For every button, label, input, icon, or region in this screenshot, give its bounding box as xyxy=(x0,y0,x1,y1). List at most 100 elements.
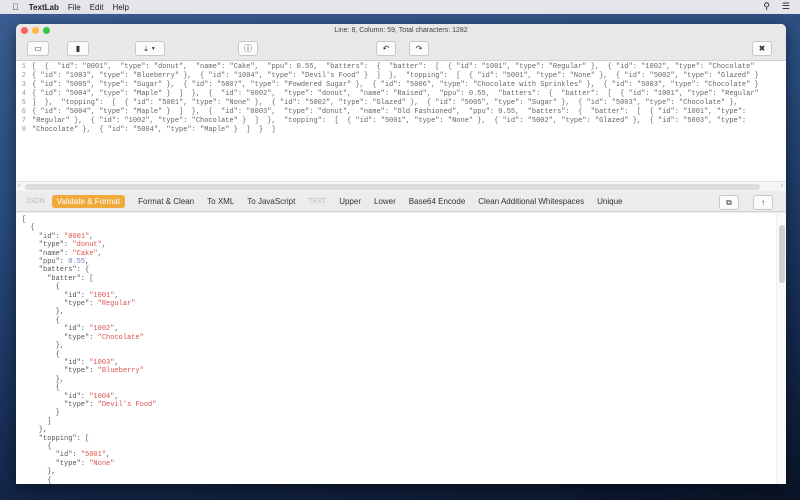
menu-help[interactable]: Help xyxy=(113,3,129,12)
line-number: 2 xyxy=(21,72,26,80)
json-value: "0001" xyxy=(64,232,90,241)
horizontal-scrollbar[interactable]: ‹ › xyxy=(16,181,786,191)
to-javascript-button[interactable]: To JavaScript xyxy=(247,197,295,206)
json-key: { xyxy=(22,350,60,359)
output-line: "type": "Regular" xyxy=(22,300,786,308)
input-editor[interactable]: 1 [ { "id": "0001", "type": "donut", "nam… xyxy=(16,61,786,191)
status-text: Line: 8, Column: 59, Total characters: 1… xyxy=(334,27,468,34)
upper-button[interactable]: Upper xyxy=(339,197,361,206)
vertical-scrollbar[interactable] xyxy=(776,213,786,484)
menu-file[interactable]: File xyxy=(68,3,81,12)
input-line: 8 "Chocolate" }, { "id": "5004", "type": … xyxy=(16,126,786,135)
undo-icon: ↶ xyxy=(382,44,390,53)
clipboard-icon: ▮ xyxy=(75,44,81,53)
to-xml-button[interactable]: To XML xyxy=(207,197,234,206)
scrollbar-thumb[interactable] xyxy=(25,184,760,190)
info-icon: ⓘ xyxy=(244,44,252,53)
scroll-left-icon[interactable]: ‹ xyxy=(18,182,20,189)
json-key: "type": xyxy=(22,300,98,309)
json-key: }, xyxy=(22,375,65,384)
line-number: 6 xyxy=(21,108,26,116)
json-value: "1002" xyxy=(89,325,115,334)
json-key: "id": xyxy=(22,325,90,334)
json-key: "topping": [ xyxy=(22,434,90,443)
json-key: "batter": [ xyxy=(22,274,94,283)
lower-button[interactable]: Lower xyxy=(374,197,396,206)
output-line: { xyxy=(22,224,786,232)
json-value: "Regular" xyxy=(97,300,136,309)
clear-icon: ✖ xyxy=(758,44,766,53)
scrollbar-thumb[interactable] xyxy=(779,225,785,283)
json-key: "id": xyxy=(22,358,90,367)
json-key: "type": xyxy=(22,400,98,409)
output-line: }, xyxy=(22,308,786,316)
output-line: }, xyxy=(22,468,786,476)
json-key: }, xyxy=(22,426,48,435)
json-key: "id": xyxy=(22,232,65,241)
output-line: "type": "Devil's Food" xyxy=(22,401,786,409)
undo-button[interactable]: ↶ xyxy=(376,41,396,56)
menu-edit[interactable]: Edit xyxy=(90,3,104,12)
json-value: "None" xyxy=(89,459,115,468)
json-punctuation: , xyxy=(89,232,94,241)
clear-button[interactable]: ✖ xyxy=(752,41,772,56)
zoom-window-button[interactable] xyxy=(43,27,50,34)
validate-format-button[interactable]: Validate & Format xyxy=(51,195,126,208)
scroll-right-icon[interactable]: › xyxy=(781,182,783,189)
output-line: }, xyxy=(22,376,786,384)
json-key: "type": xyxy=(22,459,90,468)
action-bar: JSON Validate & Format Format & Clean To… xyxy=(16,192,786,212)
json-value: "1001" xyxy=(89,291,115,300)
json-key: { xyxy=(22,442,52,451)
download-icon: ⤓ xyxy=(144,43,148,53)
json-key: { xyxy=(22,476,52,484)
line-text: { "id": "1003", "type": "Blueberry" }, {… xyxy=(32,72,759,80)
line-number: 8 xyxy=(21,126,26,134)
menu-app-name[interactable]: TextLab xyxy=(29,3,59,12)
notification-center-icon[interactable]: ☰ xyxy=(782,1,790,12)
output-line: "name": "Cake", xyxy=(22,250,786,258)
copy-output-button[interactable]: ⧉ xyxy=(719,195,739,210)
close-window-button[interactable] xyxy=(21,27,28,34)
paste-button[interactable]: ▮ xyxy=(67,41,89,56)
info-button[interactable]: ⓘ xyxy=(238,41,258,56)
output-line: "batters": { xyxy=(22,266,786,274)
json-value: "Chocolate" xyxy=(97,333,144,342)
apple-icon[interactable]:  xyxy=(12,2,19,12)
device-button[interactable]: ▭ xyxy=(27,41,49,56)
input-line: 2 { "id": "1003", "type": "Blueberry" }, … xyxy=(16,72,786,81)
json-key: "ppu": xyxy=(22,258,69,267)
json-punctuation: , xyxy=(114,392,119,401)
json-value: "1003" xyxy=(89,358,115,367)
clean-whitespaces-button[interactable]: Clean Additional Whitespaces xyxy=(478,197,584,206)
format-clean-button[interactable]: Format & Clean xyxy=(138,197,194,206)
input-line: 5] }, "topping": [ { "id": "5001", "type… xyxy=(16,99,786,108)
line-text: { "id": "5004", "type": "Maple" } ] }, {… xyxy=(32,108,747,116)
download-menu-button[interactable]: ⤓ ▼ xyxy=(135,41,165,56)
input-line: 4 { "id": "5004", "type": "Maple" } ] }, … xyxy=(16,90,786,99)
copy-icon: ⧉ xyxy=(726,197,732,207)
output-line: { xyxy=(22,351,786,359)
minimize-window-button[interactable] xyxy=(32,27,39,34)
line-number: 5 xyxy=(21,99,26,107)
json-value: "Blueberry" xyxy=(97,367,144,376)
spotlight-search-icon[interactable]: ⚲ xyxy=(763,1,770,12)
json-key: { xyxy=(22,283,60,292)
textlab-window: Line: 8, Column: 59, Total characters: 1… xyxy=(16,24,786,484)
json-punctuation: , xyxy=(114,325,119,334)
line-number: 7 xyxy=(21,117,26,125)
chevron-down-icon: ▼ xyxy=(150,45,156,52)
unique-button[interactable]: Unique xyxy=(597,197,622,206)
move-up-button[interactable]: ↑ xyxy=(753,195,773,210)
output-editor[interactable]: [ { "id": "0001", "type": "donut", "name… xyxy=(16,213,786,484)
output-line: "id": "1001", xyxy=(22,292,786,300)
line-text: "Chocolate" }, { "id": "5004", "type": "… xyxy=(32,126,276,134)
json-section-label: JSON xyxy=(26,198,45,205)
output-line: "id": "0001", xyxy=(22,233,786,241)
line-number: 3 xyxy=(21,81,26,89)
base64-encode-button[interactable]: Base64 Encode xyxy=(409,197,466,206)
output-line: "id": "1004", xyxy=(22,393,786,401)
json-punctuation: , xyxy=(101,241,107,250)
redo-button[interactable]: ↷ xyxy=(409,41,429,56)
json-key: "type": xyxy=(22,333,98,342)
